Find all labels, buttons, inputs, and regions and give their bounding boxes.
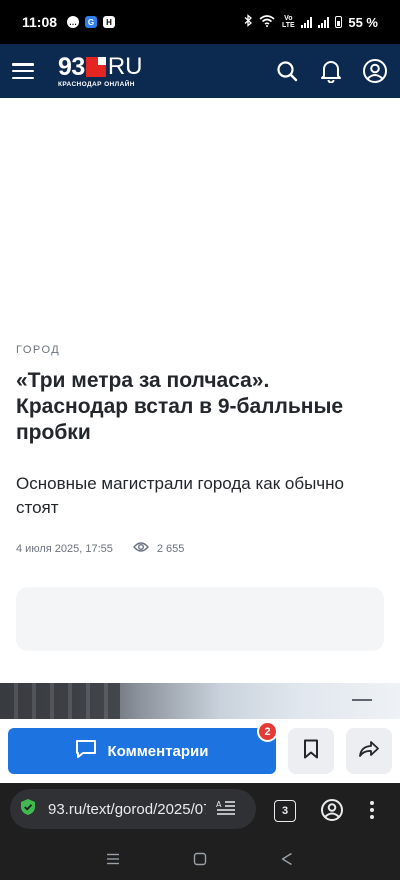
views-counter: 2 655 — [132, 541, 185, 556]
article-action-bar: Комментарии 2 — [0, 719, 400, 783]
overflow-menu-icon[interactable] — [366, 798, 378, 822]
content-placeholder-card — [16, 587, 384, 651]
bookmark-icon — [303, 739, 319, 764]
tabs-button[interactable]: 3 — [274, 800, 296, 822]
article-rubric[interactable]: ГОРОД — [16, 344, 60, 356]
system-navigation-bar — [0, 837, 400, 880]
secure-shield-icon[interactable] — [20, 798, 36, 821]
battery-percent: 55 % — [348, 14, 378, 30]
url-text[interactable]: 93.ru/text/gorod/2025/07/04/ — [48, 801, 206, 818]
ad-placeholder — [0, 98, 400, 328]
comments-count-badge: 2 — [257, 721, 278, 742]
eye-icon — [132, 541, 149, 556]
home-nav-icon[interactable] — [185, 844, 215, 874]
back-nav-icon[interactable] — [272, 844, 302, 874]
article-date: 4 июля 2025, 17:55 — [16, 542, 113, 555]
reader-mode-icon[interactable]: A — [216, 799, 236, 820]
menu-icon[interactable] — [12, 63, 34, 79]
screen: 11:08 … G H Vo LTE 55 % 93 RU КРАСНОДАР … — [0, 0, 400, 880]
status-time: 11:08 — [22, 14, 58, 30]
bell-icon[interactable] — [318, 58, 344, 84]
h-notification-icon: H — [103, 16, 116, 28]
status-left: 11:08 … G H — [22, 14, 116, 30]
wifi-icon — [259, 14, 275, 30]
status-bar: 11:08 … G H Vo LTE 55 % — [0, 0, 400, 44]
comments-label: Комментарии — [107, 742, 209, 760]
logo-domain: RU — [107, 52, 143, 80]
account-icon[interactable] — [320, 798, 344, 822]
comment-icon — [75, 739, 97, 763]
logo-subtitle: КРАСНОДАР ОНЛАЙН — [58, 80, 135, 88]
logo-square-icon — [85, 56, 106, 77]
signal-1-icon — [301, 16, 313, 28]
recents-nav-icon[interactable] — [98, 844, 128, 874]
views-count: 2 655 — [156, 542, 185, 555]
share-button[interactable] — [346, 728, 392, 774]
profile-icon[interactable] — [362, 58, 388, 84]
logo-number: 93 — [58, 52, 85, 81]
volte-icon: Vo LTE — [282, 15, 295, 29]
share-icon — [358, 740, 380, 763]
address-bar[interactable]: 93.ru/text/gorod/2025/07/04/ A — [10, 789, 256, 829]
svg-text:A: A — [216, 800, 222, 809]
article-lead: Основные магистрали города как обычно ст… — [16, 474, 345, 517]
comments-button[interactable]: Комментарии — [8, 728, 276, 774]
bluetooth-icon — [243, 14, 253, 30]
article-photo[interactable] — [0, 683, 400, 719]
app-notification-icon: G — [85, 16, 98, 28]
site-logo[interactable]: 93 RU КРАСНОДАР ОНЛАЙН — [58, 52, 143, 88]
article-title: «Три метра за полчаса». Краснодар встал … — [16, 369, 344, 444]
battery-icon — [335, 16, 343, 28]
site-header: 93 RU КРАСНОДАР ОНЛАЙН — [0, 44, 400, 98]
signal-2-icon — [318, 16, 330, 28]
header-actions — [274, 58, 388, 84]
bookmark-button[interactable] — [288, 728, 334, 774]
search-icon[interactable] — [274, 58, 300, 84]
browser-toolbar: 93.ru/text/gorod/2025/07/04/ A 3 — [0, 783, 400, 837]
message-notification-icon: … — [67, 16, 80, 28]
status-right: Vo LTE 55 % — [243, 14, 378, 30]
article-meta: 4 июля 2025, 17:55 2 655 — [16, 541, 184, 556]
